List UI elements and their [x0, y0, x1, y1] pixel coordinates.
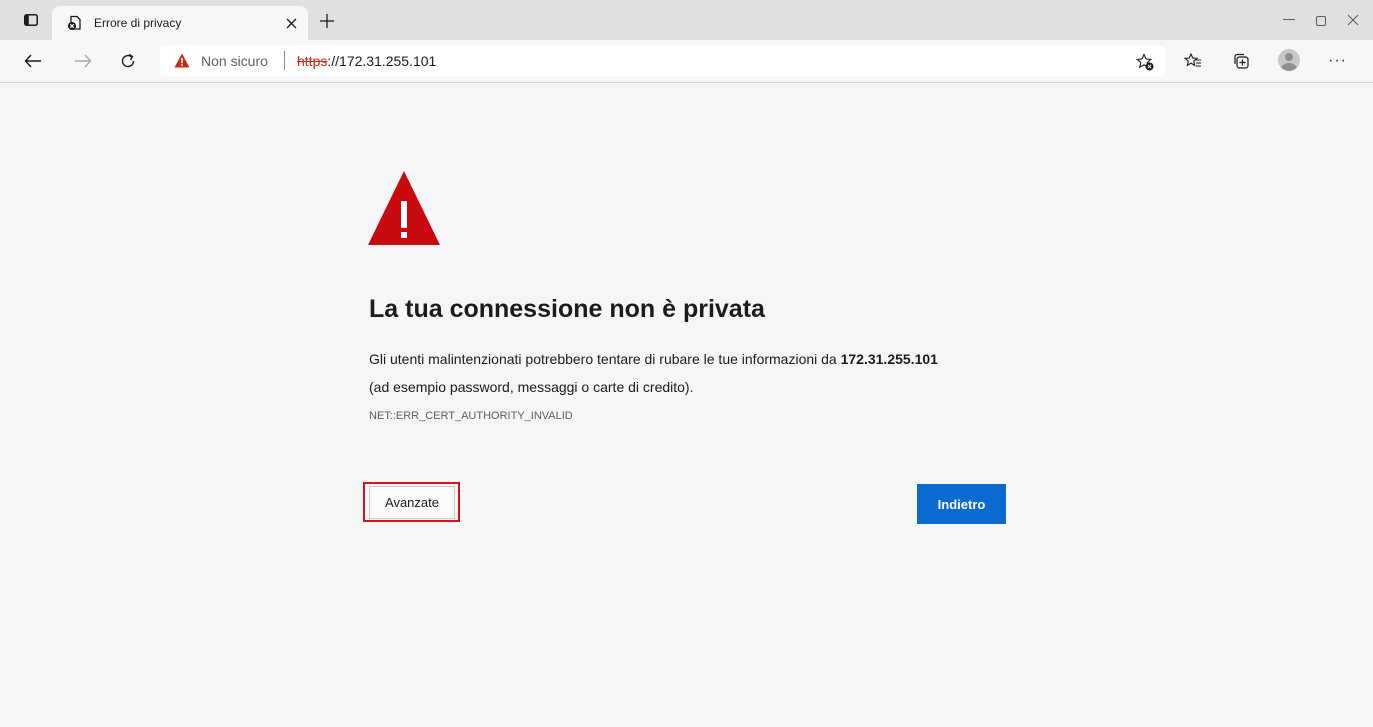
add-favorite-icon[interactable] [1135, 52, 1155, 72]
tab-close-icon[interactable] [284, 16, 298, 30]
address-bar[interactable]: Non sicuro https://172.31.255.101 [160, 46, 1166, 76]
tab-title: Errore di privacy [94, 16, 182, 30]
minimize-icon[interactable] [1279, 12, 1299, 28]
avatar-head [1285, 53, 1293, 61]
url-host: ://172.31.255.101 [327, 53, 437, 69]
advanced-button[interactable]: Avanzate [369, 486, 455, 519]
avatar-body [1281, 63, 1297, 71]
description-prefix: Gli utenti malintenzionati potrebbero te… [369, 351, 841, 367]
description-suffix: (ad esempio password, messaggi o carte d… [369, 379, 694, 395]
error-code: NET::ERR_CERT_AUTHORITY_INVALID [369, 410, 573, 422]
toolbar: Non sicuro https://172.31.255.101 ··· [0, 40, 1373, 83]
url-scheme: https [297, 53, 328, 69]
not-secure-label[interactable]: Non sicuro [201, 53, 268, 69]
refresh-icon[interactable] [118, 51, 138, 71]
not-secure-warning-icon[interactable] [174, 53, 190, 68]
address-separator [284, 51, 285, 70]
error-page: La tua connessione non è privata Gli ute… [0, 83, 1373, 727]
warning-triangle-icon [368, 171, 440, 245]
url-text[interactable]: https://172.31.255.101 [297, 53, 436, 69]
restore-icon[interactable] [1311, 12, 1331, 28]
error-description: Gli utenti malintenzionati potrebbero te… [369, 345, 1029, 401]
more-options-icon[interactable]: ··· [1328, 52, 1347, 70]
back-arrow-icon[interactable] [23, 51, 43, 71]
back-button[interactable]: Indietro [917, 484, 1006, 524]
close-window-icon[interactable] [1343, 12, 1363, 28]
page-headline: La tua connessione non è privata [369, 295, 765, 323]
favorites-icon[interactable] [1182, 50, 1204, 72]
new-tab-icon[interactable] [318, 12, 336, 30]
tab-strip: Errore di privacy [0, 0, 1373, 40]
error-page-favicon-icon [67, 15, 83, 31]
tab-actions-icon[interactable] [20, 10, 42, 30]
tab-active[interactable]: Errore di privacy [52, 6, 308, 40]
collections-icon[interactable] [1230, 50, 1252, 72]
forward-arrow-icon[interactable] [73, 51, 93, 71]
profile-avatar[interactable] [1278, 49, 1300, 71]
description-host: 172.31.255.101 [840, 351, 938, 367]
